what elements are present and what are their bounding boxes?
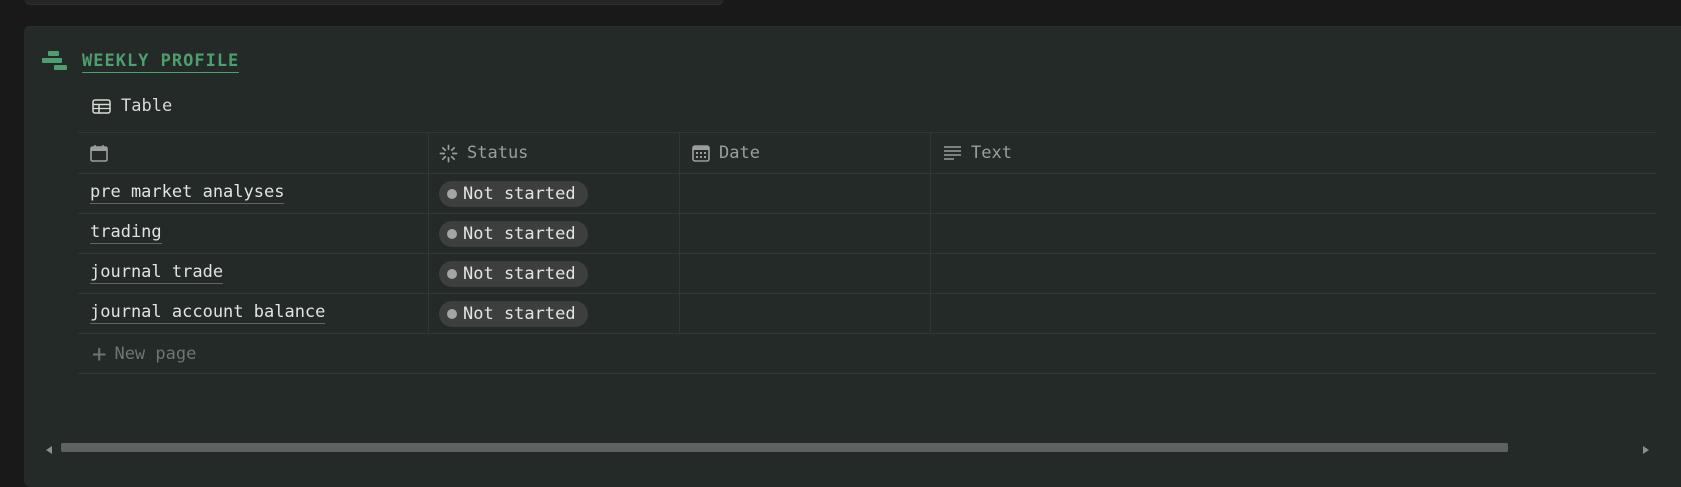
row-text-cell[interactable] [931,294,1656,333]
row-date-cell[interactable] [680,174,931,213]
status-badge[interactable]: Not started [439,220,588,247]
status-label: Not started [463,223,576,244]
database-table: Status Date Text pre market analyses Not… [78,132,1656,374]
row-title[interactable]: journal trade [90,263,224,284]
section-heading: WEEKLY PROFILE [42,48,240,76]
new-page-label: New page [114,343,197,364]
row-date-cell[interactable] [680,294,931,333]
scrollbar-thumb[interactable] [61,443,1508,452]
previous-card [24,0,724,5]
row-text-cell[interactable] [931,254,1656,293]
status-dot-icon [447,308,457,319]
row-title[interactable]: trading [90,223,162,244]
column-header-date-label: Date [719,143,760,163]
row-text-cell[interactable] [931,174,1656,213]
row-status-cell[interactable]: Not started [429,254,680,293]
status-label: Not started [463,263,576,284]
row-name-cell[interactable]: pre market analyses [78,174,429,213]
date-icon [692,145,710,162]
column-header-text-label: Text [971,143,1012,163]
row-title[interactable]: pre market analyses [90,183,285,204]
row-status-cell[interactable]: Not started [429,174,680,213]
column-header-text[interactable]: Text [931,133,1656,173]
row-status-cell[interactable]: Not started [429,214,680,253]
row-text-cell[interactable] [931,214,1656,253]
row-name-cell[interactable]: journal trade [78,254,429,293]
status-loader-icon [439,144,458,162]
calendar-icon [90,145,108,162]
table-header-row: Status Date Text [78,132,1656,174]
scroll-left-arrow-icon[interactable] [46,446,52,454]
row-name-cell[interactable]: trading [78,214,429,253]
table-row[interactable]: pre market analyses Not started [78,174,1656,214]
status-label: Not started [463,183,576,204]
table-row[interactable]: journal account balance Not started [78,294,1656,334]
column-header-status[interactable]: Status [429,133,680,173]
column-header-status-label: Status [467,143,529,163]
plus-icon: + [92,339,107,368]
status-dot-icon [447,228,457,239]
view-tab-label: Table [121,96,173,116]
stairs-icon [42,51,68,73]
status-label: Not started [463,303,576,324]
column-header-date[interactable]: Date [680,133,931,173]
status-dot-icon [447,268,457,279]
table-icon [92,98,111,114]
row-date-cell[interactable] [680,254,931,293]
text-lines-icon [944,145,961,160]
status-badge[interactable]: Not started [439,300,588,327]
column-header-name[interactable] [78,133,429,173]
row-status-cell[interactable]: Not started [429,294,680,333]
scroll-right-arrow-icon[interactable] [1643,446,1649,454]
row-title[interactable]: journal account balance [90,303,326,324]
section-title[interactable]: WEEKLY PROFILE [82,51,240,73]
status-dot-icon [447,188,457,199]
view-tab-table[interactable]: Table [92,96,172,116]
new-page-button[interactable]: + New page [78,334,1656,374]
status-badge[interactable]: Not started [439,260,588,287]
status-badge[interactable]: Not started [439,180,588,207]
row-date-cell[interactable] [680,214,931,253]
table-row[interactable]: journal trade Not started [78,254,1656,294]
table-row[interactable]: trading Not started [78,214,1656,254]
row-name-cell[interactable]: journal account balance [78,294,429,333]
